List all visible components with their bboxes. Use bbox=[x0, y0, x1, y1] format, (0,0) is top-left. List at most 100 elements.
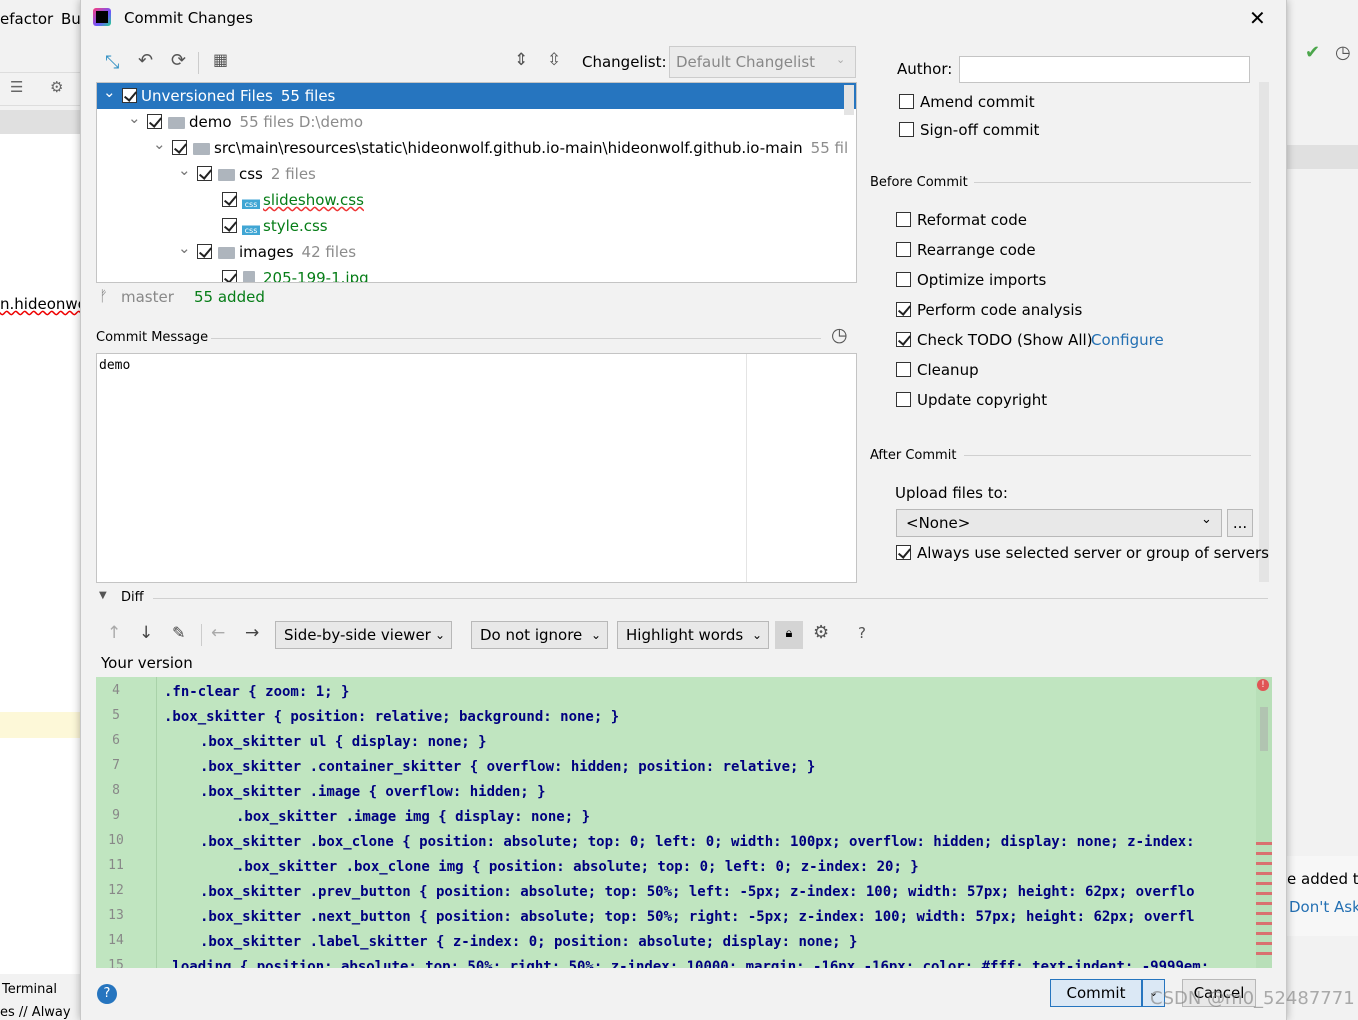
tree-row[interactable]: ⌄ Unversioned Files 55 files bbox=[97, 83, 856, 109]
diff-change-marker bbox=[1256, 842, 1272, 845]
before-commit-checkbox[interactable] bbox=[896, 392, 911, 407]
tree-checkbox[interactable] bbox=[147, 114, 162, 129]
tree-item-name: src\main\resources\static\hideonwolf.git… bbox=[214, 139, 803, 157]
right-margin-guide bbox=[746, 354, 747, 582]
chevron-down-icon[interactable]: ⌄ bbox=[178, 157, 191, 183]
tree-item: demo 55 files D:\demo bbox=[189, 109, 363, 135]
your-version-label: Your version bbox=[101, 654, 193, 672]
amend-commit-checkbox[interactable] bbox=[899, 94, 914, 109]
lock-icon[interactable]: 🔒︎ bbox=[775, 621, 803, 649]
ignore-dropdown[interactable]: Do not ignore ⌄ bbox=[471, 621, 608, 649]
changes-tree[interactable]: ⌄ Unversioned Files 55 files ⌄ demo 55 files … bbox=[96, 82, 857, 283]
tree-checkbox[interactable] bbox=[222, 218, 237, 233]
before-commit-checkbox[interactable] bbox=[896, 362, 911, 377]
tree-row[interactable]: css slideshow.css bbox=[97, 187, 856, 213]
rollback-icon[interactable]: ↶ bbox=[138, 50, 153, 71]
browse-button[interactable]: ... bbox=[1227, 509, 1253, 537]
before-commit-checkbox[interactable] bbox=[896, 332, 911, 347]
tree-row[interactable]: ⌄ css 2 files bbox=[97, 161, 856, 187]
commit-check-icon[interactable]: ✔ bbox=[1305, 42, 1320, 63]
module-icon bbox=[168, 117, 185, 129]
tree-scrollbar[interactable] bbox=[844, 85, 854, 115]
gear-icon[interactable]: ⚙ bbox=[813, 622, 829, 643]
diff-change-marker bbox=[1256, 882, 1272, 885]
close-icon[interactable]: ✕ bbox=[1249, 6, 1266, 30]
before-commit-option-label: Perform code analysis bbox=[917, 301, 1083, 319]
signoff-commit-checkbox[interactable] bbox=[899, 122, 914, 137]
commit-button[interactable]: Commit bbox=[1050, 979, 1142, 1007]
commit-message-label: Commit Message bbox=[96, 330, 209, 345]
previous-file-icon[interactable]: ← bbox=[211, 623, 225, 643]
help-button[interactable]: ? bbox=[97, 984, 117, 1004]
upload-server-dropdown[interactable]: <None> ⌄ bbox=[896, 509, 1222, 537]
collapse-all-icon[interactable]: ⇳ bbox=[547, 50, 561, 70]
settings-lines-icon[interactable]: ☰ bbox=[10, 78, 23, 96]
previous-difference-icon[interactable]: ↑ bbox=[107, 623, 121, 643]
line-number: 13 bbox=[108, 908, 124, 923]
diff-change-marker bbox=[1256, 872, 1272, 875]
viewer-value: Side-by-side viewer bbox=[284, 626, 431, 644]
tree-row[interactable]: ⌄ demo 55 files D:\demo bbox=[97, 109, 856, 135]
commit-message-value: demo bbox=[99, 358, 131, 373]
expand-all-icon[interactable]: ⇕ bbox=[514, 50, 528, 70]
chevron-down-icon[interactable]: ⌄ bbox=[103, 83, 116, 105]
before-commit-checkbox[interactable] bbox=[896, 302, 911, 317]
commit-message-input[interactable]: demo bbox=[96, 353, 857, 583]
line-number: 9 bbox=[112, 808, 120, 823]
chevron-down-icon[interactable]: ⌄ bbox=[178, 235, 191, 261]
menu-build[interactable]: Bu bbox=[61, 10, 81, 28]
before-commit-checkbox[interactable] bbox=[896, 272, 911, 287]
message-history-icon[interactable]: ◷ bbox=[831, 324, 848, 346]
tree-row[interactable]: 205-199-1.jpg bbox=[97, 265, 856, 282]
tree-item: slideshow.css bbox=[263, 187, 364, 213]
history-clock-icon[interactable]: ◷ bbox=[1335, 42, 1351, 63]
diff-collapse-chevron-icon[interactable]: ▼ bbox=[99, 590, 107, 601]
edit-source-icon[interactable]: ✎ bbox=[172, 623, 185, 642]
tree-checkbox[interactable] bbox=[197, 166, 212, 181]
diff-scrollbar-thumb[interactable] bbox=[1260, 707, 1268, 751]
tree-item-name: Unversioned Files bbox=[141, 87, 273, 105]
highlight-dropdown[interactable]: Highlight words ⌄ bbox=[617, 621, 769, 649]
tree-row[interactable]: ⌄ images 42 files bbox=[97, 239, 856, 265]
tree-row[interactable]: ⌄ src\main\resources\static\hideonwolf.gi… bbox=[97, 135, 856, 161]
tree-checkbox[interactable] bbox=[222, 270, 237, 282]
tree-checkbox[interactable] bbox=[222, 192, 237, 207]
help-icon[interactable]: ? bbox=[858, 624, 866, 642]
before-commit-checkbox[interactable] bbox=[896, 212, 911, 227]
line-number: 6 bbox=[112, 733, 120, 748]
ignore-value: Do not ignore bbox=[480, 626, 583, 644]
tree-row[interactable]: css style.css bbox=[97, 213, 856, 239]
right-panel-scrollbar[interactable] bbox=[1259, 82, 1269, 582]
tree-item: src\main\resources\static\hideonwolf.git… bbox=[214, 135, 848, 161]
error-indicator-icon[interactable]: ! bbox=[1257, 679, 1269, 691]
line-number: 7 bbox=[112, 758, 120, 773]
configure-link[interactable]: Configure bbox=[1091, 331, 1164, 349]
diff-label: Diff bbox=[121, 590, 144, 605]
chevron-down-icon[interactable]: ⌄ bbox=[153, 131, 166, 157]
changelist-dropdown[interactable]: Default Changelist ⌄ bbox=[669, 46, 856, 78]
always-use-server-checkbox[interactable] bbox=[896, 545, 911, 560]
gear-icon[interactable]: ⚙ bbox=[50, 78, 63, 96]
tree-checkbox[interactable] bbox=[172, 140, 187, 155]
author-input[interactable] bbox=[959, 56, 1250, 83]
refresh-icon[interactable]: ⟳ bbox=[171, 50, 186, 71]
terminal-tab[interactable]: Terminal bbox=[2, 982, 57, 997]
next-difference-icon[interactable]: ↓ bbox=[139, 623, 153, 643]
tree-checkbox[interactable] bbox=[197, 244, 212, 259]
chevron-down-icon[interactable]: ⌄ bbox=[128, 105, 141, 131]
tree-checkbox[interactable] bbox=[122, 88, 137, 103]
before-commit-option-label: Optimize imports bbox=[917, 271, 1047, 289]
next-file-icon[interactable]: → bbox=[245, 623, 259, 643]
dont-ask-link[interactable]: Don't Ask bbox=[1289, 898, 1358, 916]
code-line: .box_skitter { position: relative; backg… bbox=[164, 709, 620, 725]
diff-code-panel[interactable]: 4 .fn-clear { zoom: 1; } 5 .box_skitter { p… bbox=[96, 677, 1272, 968]
folder-icon bbox=[218, 169, 235, 181]
group-by-icon[interactable]: ▦ bbox=[213, 50, 228, 69]
viewer-dropdown[interactable]: Side-by-side viewer ⌄ bbox=[275, 621, 452, 649]
css-file-icon: css bbox=[242, 192, 260, 209]
menu-refactor[interactable]: efactor bbox=[0, 10, 53, 28]
code-line: .box_skitter .container_skitter { overfl… bbox=[200, 759, 816, 775]
before-commit-checkbox[interactable] bbox=[896, 242, 911, 257]
editor-highlight-line bbox=[0, 712, 80, 738]
refresh-arrows-icon[interactable]: ⤡ bbox=[105, 52, 119, 73]
